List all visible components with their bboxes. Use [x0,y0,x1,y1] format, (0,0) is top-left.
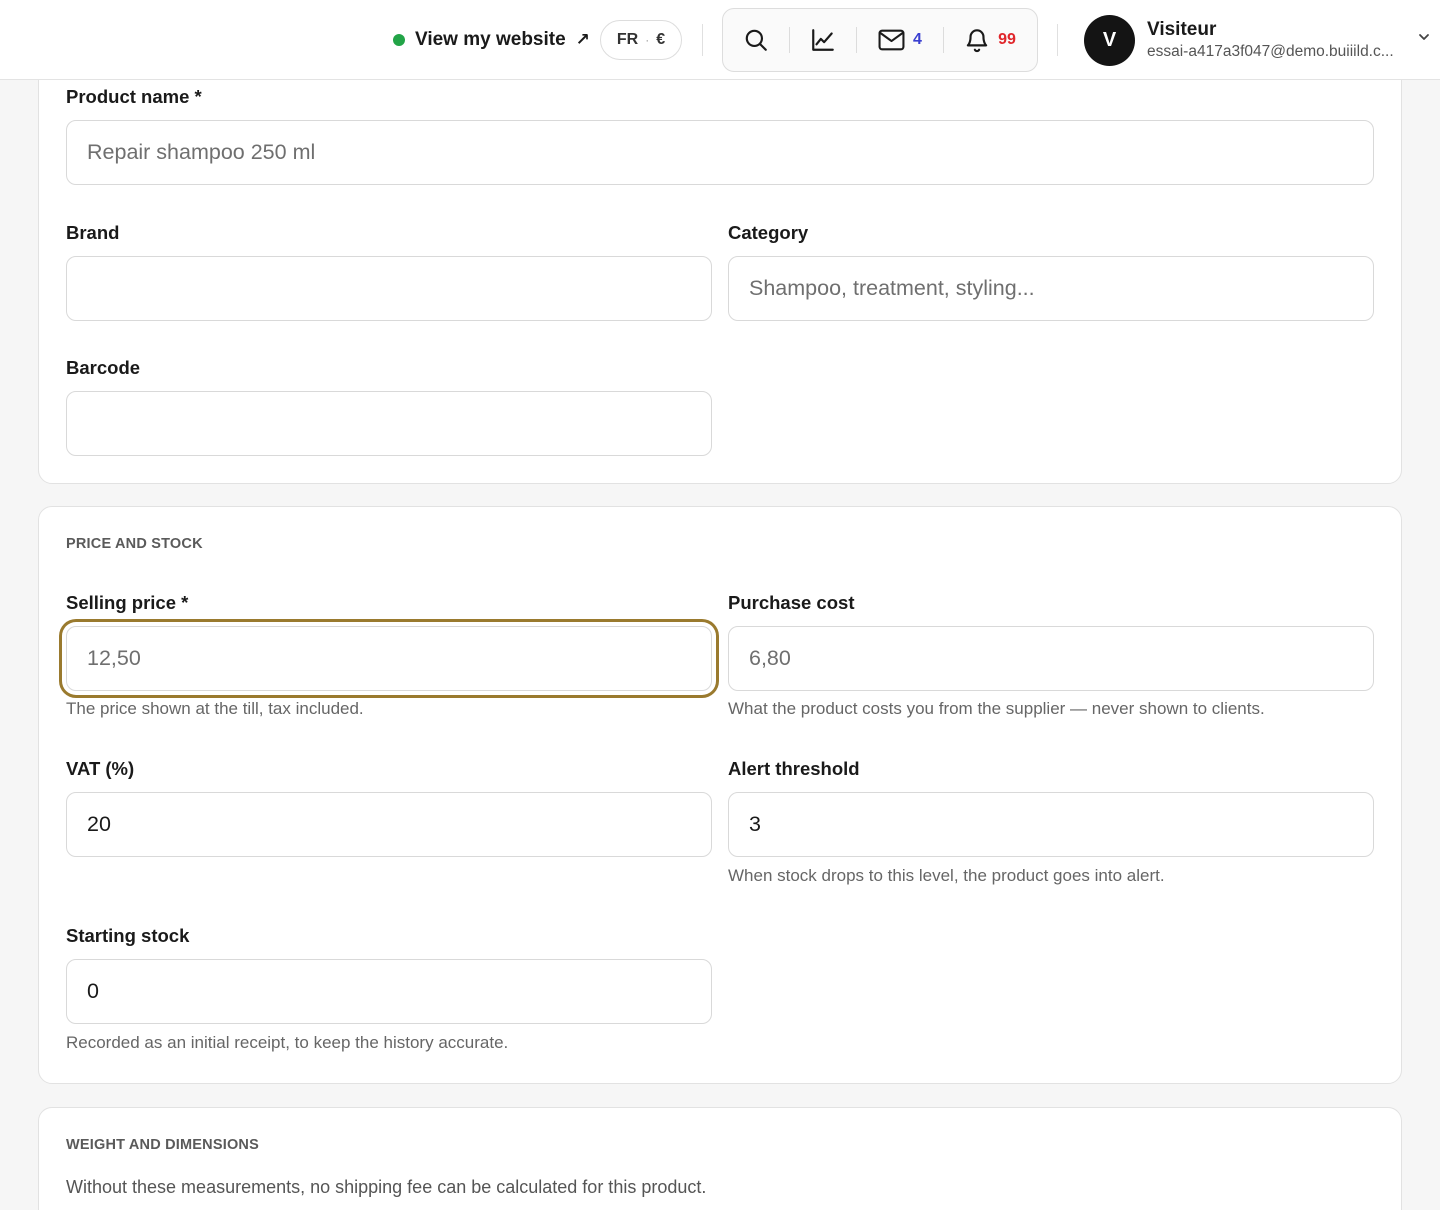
quick-tools: 4 99 [722,8,1038,72]
notifications-button[interactable]: 99 [944,20,1036,60]
view-website-link[interactable]: View my website ↗ [393,26,590,54]
weight-dimensions-note: Without these measurements, no shipping … [66,1177,707,1197]
avatar[interactable]: V [1084,15,1135,66]
selling-price-label: Selling price * [66,592,189,613]
mail-icon [878,29,905,51]
chevron-down-icon[interactable] [1417,30,1431,44]
status-dot-icon [393,34,405,46]
brand-label: Brand [66,222,120,243]
locale-currency: € [656,31,666,48]
barcode-input[interactable] [66,391,712,456]
product-name-input[interactable] [66,120,1374,185]
top-bar: View my website ↗ FR · € 4 99 V Visiteur… [0,0,1440,80]
locale-separator: · [645,33,650,47]
purchase-cost-label: Purchase cost [728,592,855,613]
starting-stock-input[interactable] [66,959,712,1024]
category-label: Category [728,222,809,243]
locale-language: FR [616,31,639,48]
user-name: Visiteur [1147,19,1217,40]
locale-currency-switcher[interactable]: FR · € [600,20,682,60]
view-website-label: View my website [415,29,566,50]
bell-icon [966,29,988,53]
external-link-icon: ↗ [575,30,590,49]
messages-count-badge: 4 [913,31,922,48]
messages-button[interactable]: 4 [857,20,943,60]
weight-dimensions-title: WEIGHT AND DIMENSIONS [66,1137,259,1153]
purchase-cost-input[interactable] [728,626,1374,691]
alert-threshold-help: When stock drops to this level, the prod… [728,866,1165,885]
notifications-count-badge: 99 [998,31,1016,48]
product-name-label: Product name * [66,86,202,107]
selling-price-help: The price shown at the till, tax include… [66,699,364,718]
price-stock-title: PRICE AND STOCK [66,536,203,552]
search-icon [745,29,767,51]
selling-price-input[interactable] [66,626,712,691]
barcode-label: Barcode [66,357,141,378]
chart-line-icon [812,29,834,51]
user-email: essai-a417a3f047@demo.buiiild.c... [1147,43,1394,60]
divider [702,24,703,56]
alert-threshold-label: Alert threshold [728,758,860,779]
alert-threshold-input[interactable] [728,792,1374,857]
brand-input[interactable] [66,256,712,321]
divider [1057,24,1058,56]
starting-stock-label: Starting stock [66,925,190,946]
category-input[interactable] [728,256,1374,321]
purchase-cost-help: What the product costs you from the supp… [728,699,1265,718]
starting-stock-help: Recorded as an initial receipt, to keep … [66,1033,509,1052]
vat-input[interactable] [66,792,712,857]
vat-label: VAT (%) [66,758,135,779]
stats-button[interactable] [790,20,856,60]
search-button[interactable] [723,20,789,60]
